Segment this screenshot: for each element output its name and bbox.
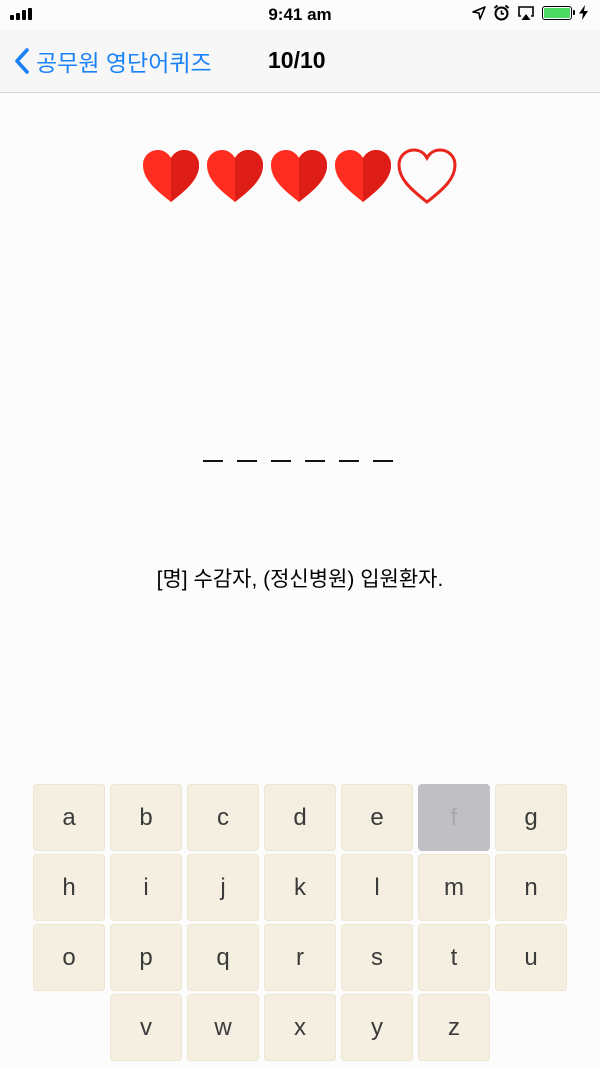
key-h[interactable]: h — [33, 854, 105, 921]
back-button[interactable]: 공무원 영단어퀴즈 — [14, 44, 212, 78]
answer-blank — [339, 460, 359, 462]
key-n[interactable]: n — [495, 854, 567, 921]
key-i[interactable]: i — [110, 854, 182, 921]
key-j[interactable]: j — [187, 854, 259, 921]
key-e[interactable]: e — [341, 784, 413, 851]
heart-empty-icon — [397, 148, 457, 204]
chevron-left-icon — [15, 48, 29, 74]
heart-full-icon — [143, 150, 199, 202]
status-icons — [472, 4, 588, 21]
key-z[interactable]: z — [418, 994, 490, 1061]
heart-full-icon — [335, 150, 391, 202]
lives-hearts — [139, 144, 459, 208]
answer-blank — [203, 460, 223, 462]
key-s[interactable]: s — [341, 924, 413, 991]
status-bar: 9:41 am — [0, 0, 600, 30]
key-u[interactable]: u — [495, 924, 567, 991]
key-w[interactable]: w — [187, 994, 259, 1061]
key-g[interactable]: g — [495, 784, 567, 851]
key-v[interactable]: v — [110, 994, 182, 1061]
key-l[interactable]: l — [341, 854, 413, 921]
answer-blank — [373, 460, 393, 462]
answer-blank — [305, 460, 325, 462]
answer-blanks — [203, 460, 393, 462]
alarm-clock-icon — [493, 4, 510, 21]
charging-bolt-icon — [579, 5, 588, 20]
key-q[interactable]: q — [187, 924, 259, 991]
page-title: 10/10 — [268, 47, 326, 73]
heart-full-icon — [271, 150, 327, 202]
heart-full-icon — [207, 150, 263, 202]
battery-icon — [542, 5, 575, 20]
location-arrow-icon — [472, 5, 486, 20]
key-y[interactable]: y — [341, 994, 413, 1061]
battery-level — [544, 7, 570, 18]
navigation-bar: 공무원 영단어퀴즈 10/10 — [0, 30, 600, 93]
key-t[interactable]: t — [418, 924, 490, 991]
key-f[interactable]: f — [418, 784, 490, 851]
key-o[interactable]: o — [33, 924, 105, 991]
key-x[interactable]: x — [264, 994, 336, 1061]
airplay-icon — [518, 5, 534, 20]
key-m[interactable]: m — [418, 854, 490, 921]
key-r[interactable]: r — [264, 924, 336, 991]
key-c[interactable]: c — [187, 784, 259, 851]
key-k[interactable]: k — [264, 854, 336, 921]
key-p[interactable]: p — [110, 924, 182, 991]
key-a[interactable]: a — [33, 784, 105, 851]
word-definition: [명] 수감자, (정신병원) 입원환자. — [156, 568, 444, 591]
back-button-label: 공무원 영단어퀴즈 — [36, 50, 212, 76]
key-b[interactable]: b — [110, 784, 182, 851]
answer-blank — [271, 460, 291, 462]
answer-blank — [237, 460, 257, 462]
key-d[interactable]: d — [264, 784, 336, 851]
